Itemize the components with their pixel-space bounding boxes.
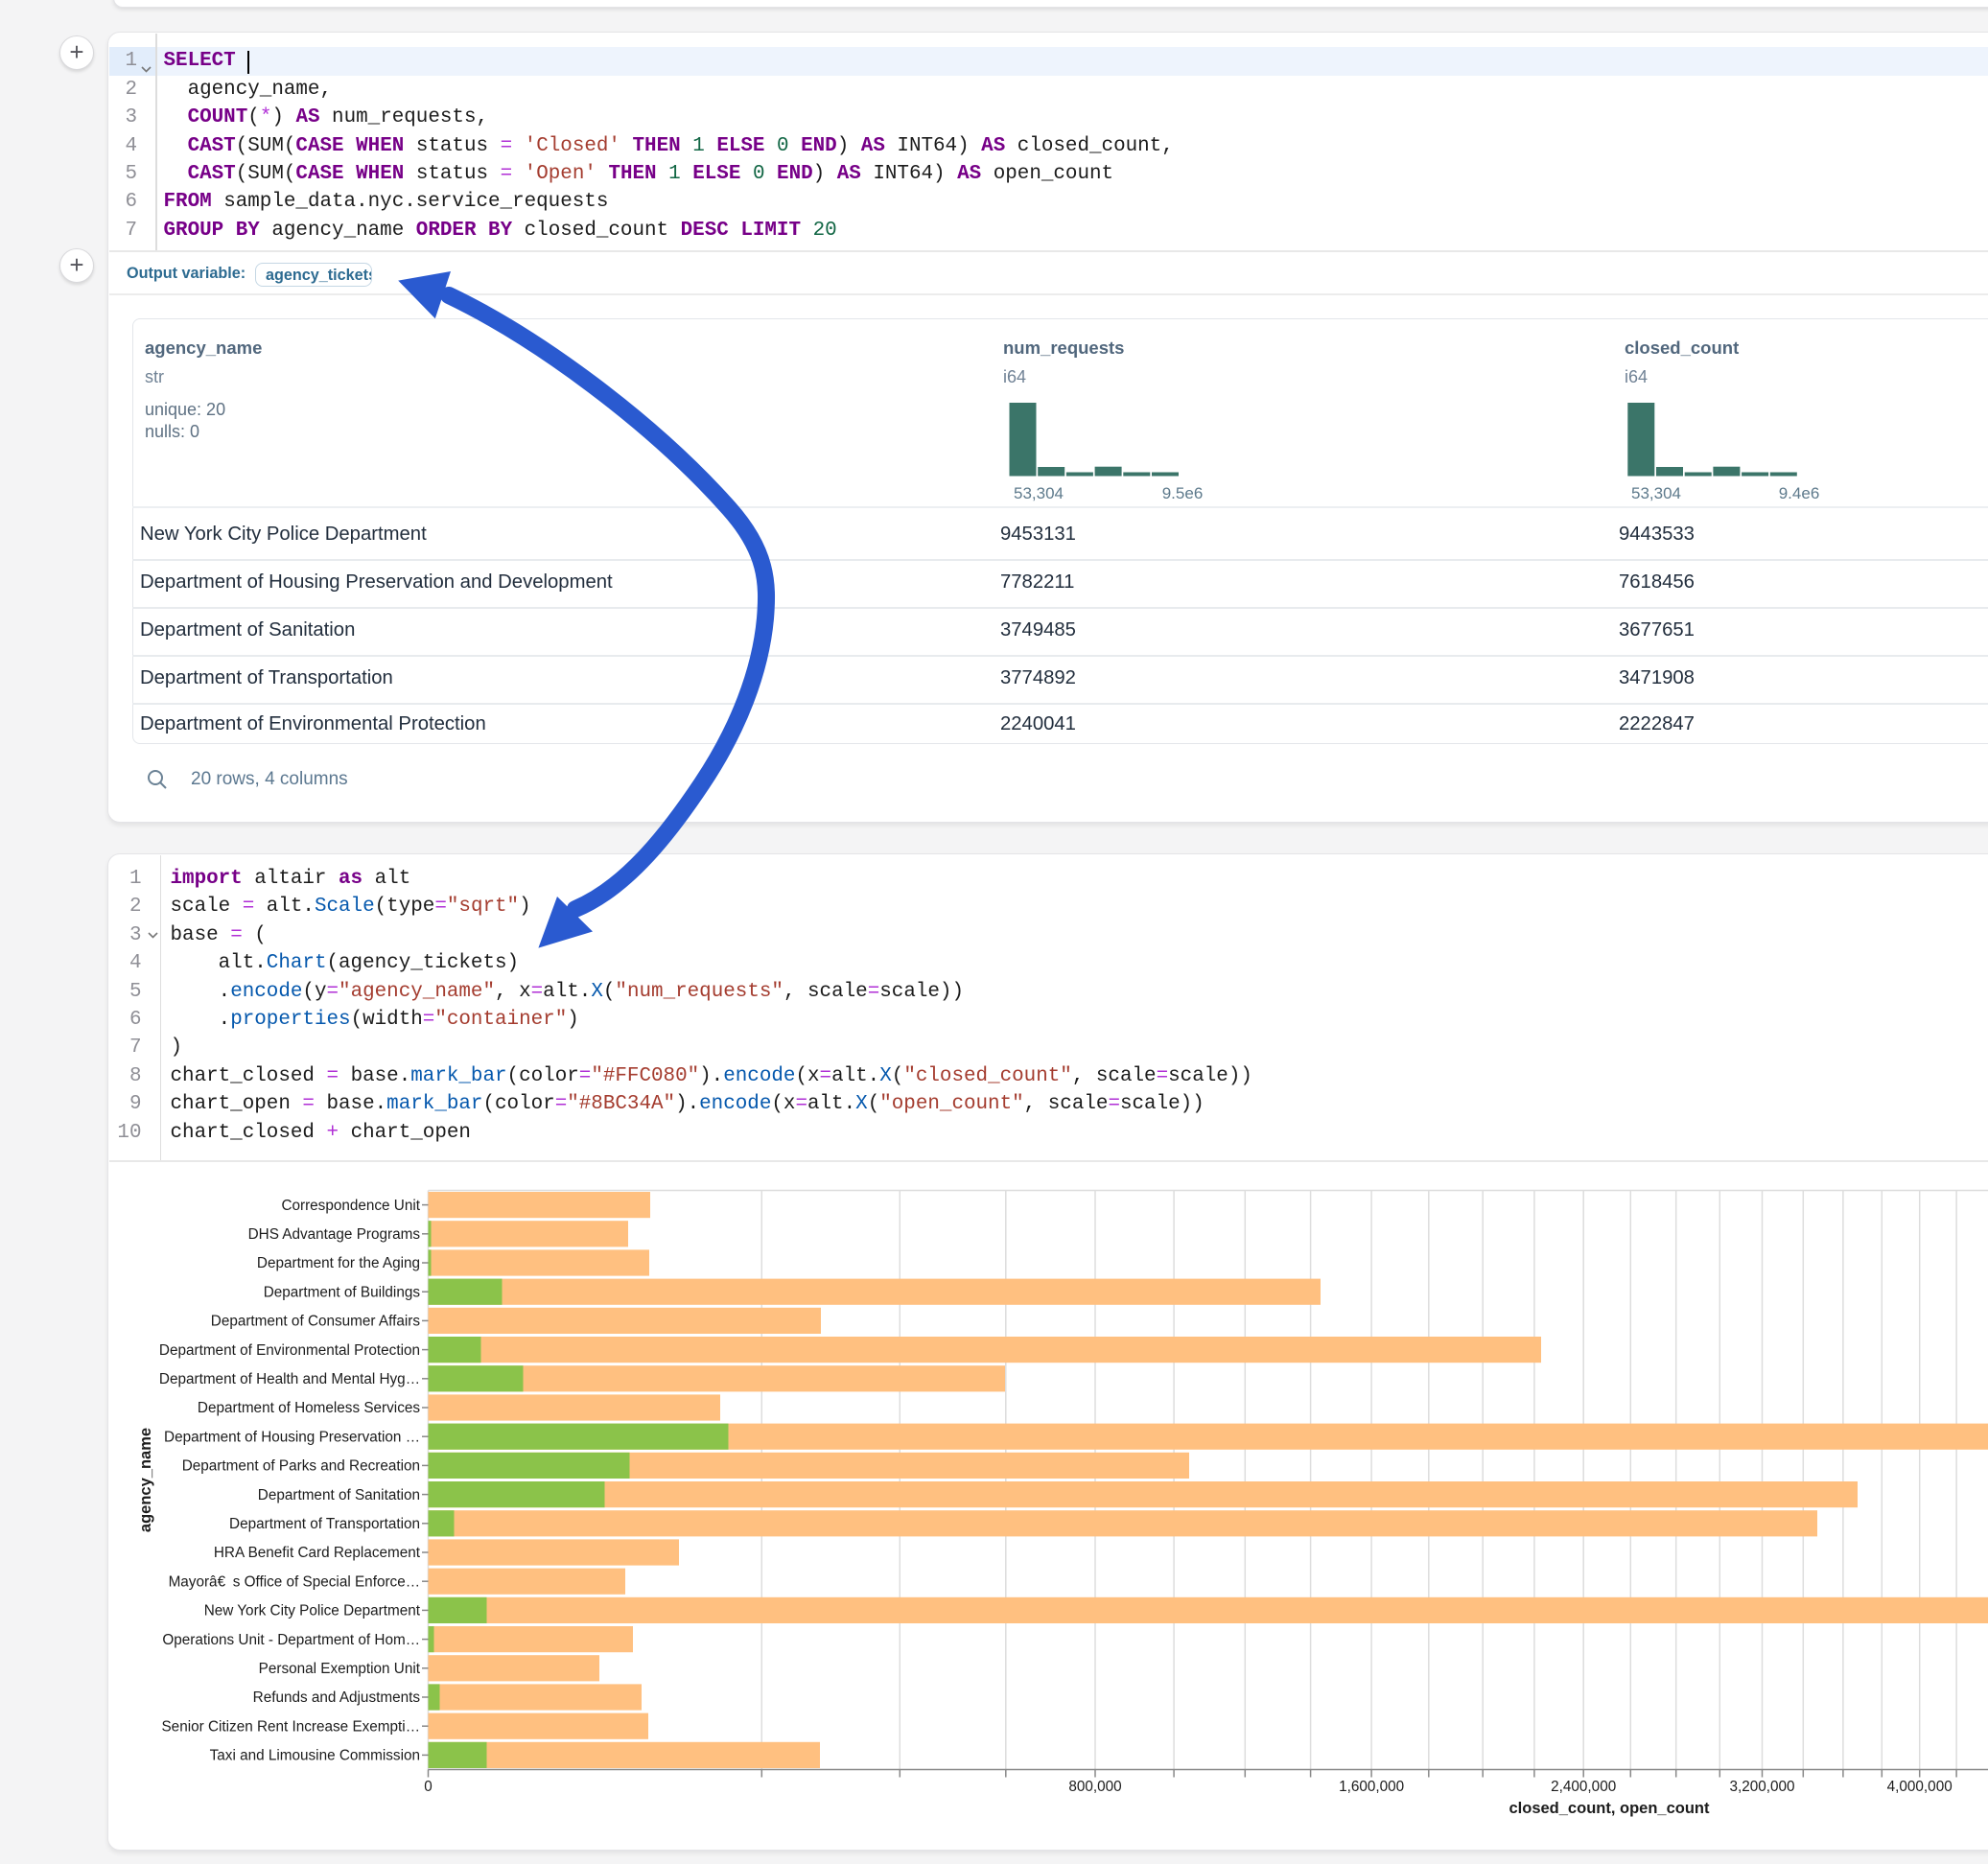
svg-text:Department of Sanitation: Department of Sanitation: [258, 1487, 420, 1503]
svg-text:DHS Advantage Programs: DHS Advantage Programs: [248, 1226, 421, 1243]
svg-text:agency_name: agency_name: [137, 1428, 154, 1532]
svg-text:Operations Unit - Department o: Operations Unit - Department of Hom…: [162, 1632, 420, 1648]
svg-text:Senior Citizen Rent Increase E: Senior Citizen Rent Increase Exempti…: [161, 1718, 420, 1735]
svg-text:Department of Consumer Affairs: Department of Consumer Affairs: [211, 1314, 421, 1330]
svg-text:HRA Benefit Card Replacement: HRA Benefit Card Replacement: [214, 1545, 421, 1561]
svg-text:Correspondence Unit: Correspondence Unit: [281, 1198, 420, 1214]
svg-text:closed_count, open_count: closed_count, open_count: [1509, 1800, 1710, 1817]
svg-text:Department of Health and Menta: Department of Health and Mental Hyg…: [159, 1371, 420, 1387]
svg-text:New York City Police Departmen: New York City Police Department: [204, 1603, 421, 1619]
svg-text:0: 0: [424, 1779, 433, 1795]
svg-text:Department of Homeless Service: Department of Homeless Services: [198, 1400, 420, 1416]
svg-text:Refunds and Adjustments: Refunds and Adjustments: [253, 1689, 421, 1706]
svg-text:Mayorâ€ s Office of Special En: Mayorâ€ s Office of Special Enforce…: [169, 1573, 420, 1590]
svg-text:Department for the Aging: Department for the Aging: [257, 1255, 420, 1271]
svg-text:Department of Transportation: Department of Transportation: [229, 1516, 420, 1532]
svg-text:3,200,000: 3,200,000: [1729, 1779, 1794, 1795]
svg-text:Department of Environmental Pr: Department of Environmental Protection: [159, 1342, 420, 1359]
svg-text:Department of Parks and Recrea: Department of Parks and Recreation: [182, 1458, 420, 1475]
svg-text:4,000,000: 4,000,000: [1887, 1779, 1953, 1795]
svg-text:Personal Exemption Unit: Personal Exemption Unit: [259, 1661, 421, 1677]
svg-text:Department of Buildings: Department of Buildings: [264, 1284, 421, 1300]
svg-text:800,000: 800,000: [1068, 1779, 1121, 1795]
svg-text:Department of Housing Preserva: Department of Housing Preservation …: [164, 1429, 420, 1445]
svg-text:Taxi and Limousine Commission: Taxi and Limousine Commission: [210, 1748, 420, 1764]
svg-text:1,600,000: 1,600,000: [1339, 1779, 1404, 1795]
svg-text:2,400,000: 2,400,000: [1551, 1779, 1616, 1795]
